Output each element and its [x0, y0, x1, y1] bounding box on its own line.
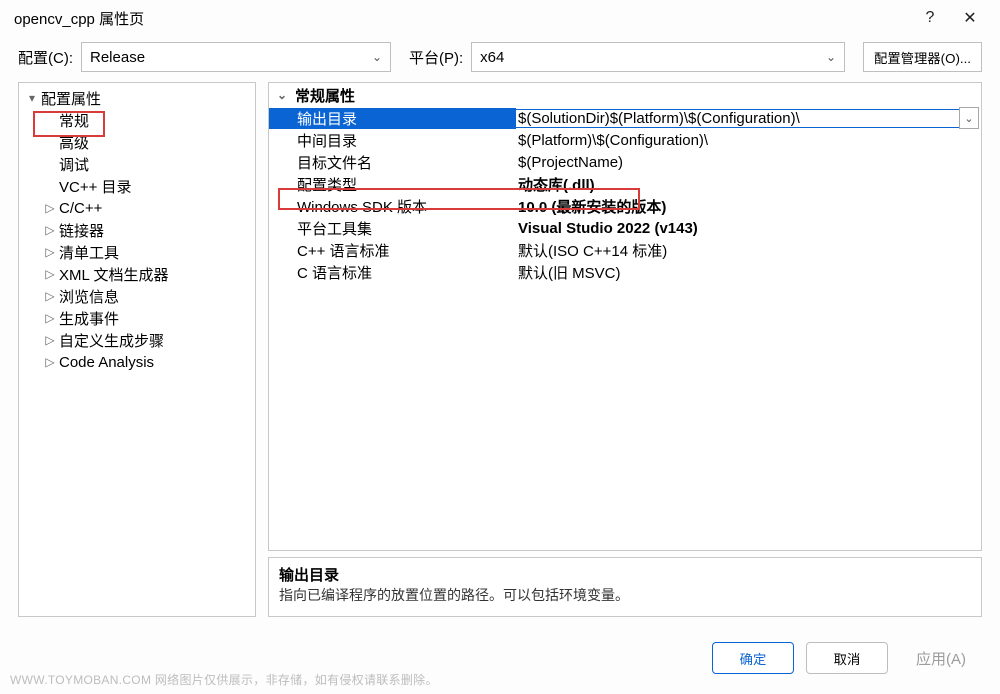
caret-right-icon: ▷: [43, 289, 57, 303]
tree-item-label: 调试: [57, 154, 89, 175]
dropdown-button[interactable]: ⌄: [959, 107, 979, 129]
config-value: Release: [90, 49, 145, 66]
prop-name: Windows SDK 版本: [269, 196, 516, 217]
chevron-down-icon: ⌄: [372, 50, 382, 64]
right-panel: ⌄ 常规属性 输出目录 $(SolutionDir)$(Platform)\$(…: [268, 82, 982, 617]
caret-right-icon: ▷: [43, 201, 57, 215]
prop-value[interactable]: 默认(ISO C++14 标准): [516, 240, 981, 261]
watermark-text: WWW.TOYMOBAN.COM 网络图片仅供展示，非存储，如有侵权请联系删除。: [10, 671, 438, 688]
grid-row[interactable]: 目标文件名 $(ProjectName): [269, 151, 981, 173]
chevron-down-icon: ⌄: [826, 50, 836, 64]
tree-root-label: 配置属性: [39, 88, 101, 109]
description-panel: 输出目录 指向已编译程序的放置位置的路径。可以包括环境变量。: [268, 557, 982, 617]
caret-right-icon: ▷: [43, 267, 57, 281]
grid-row[interactable]: 配置类型 动态库(.dll): [269, 173, 981, 195]
help-button[interactable]: ?: [910, 9, 950, 27]
tree-item-label: 浏览信息: [57, 286, 119, 307]
platform-value: x64: [480, 49, 504, 66]
grid-row[interactable]: 中间目录 $(Platform)\$(Configuration)\: [269, 129, 981, 151]
tree-item-label: Code Analysis: [57, 354, 154, 371]
grid-row[interactable]: Windows SDK 版本 10.0 (最新安装的版本): [269, 195, 981, 217]
tree-item-label: XML 文档生成器: [57, 264, 168, 285]
tree-item-label: 链接器: [57, 220, 104, 241]
category-tree[interactable]: ▾ 配置属性 常规 高级 调试 VC++ 目录 ▷ C/C++ ▷ 链接器: [18, 82, 256, 617]
prop-name: 中间目录: [269, 130, 516, 151]
tree-item-label: 常规: [57, 110, 89, 131]
tree-item-label: 清单工具: [57, 242, 119, 263]
top-row: 配置(C): Release ⌄ 平台(P): x64 ⌄ 配置管理器(O)..…: [0, 36, 1000, 82]
tree-item-advanced[interactable]: 高级: [19, 131, 255, 153]
caret-right-icon: ▷: [43, 223, 57, 237]
tree-item-custombuildstep[interactable]: ▷ 自定义生成步骤: [19, 329, 255, 351]
config-manager-button[interactable]: 配置管理器(O)...: [863, 42, 982, 72]
platform-combobox[interactable]: x64 ⌄: [471, 42, 845, 72]
prop-name: 目标文件名: [269, 152, 516, 173]
cancel-button[interactable]: 取消: [806, 642, 888, 674]
grid-header-label: 常规属性: [295, 85, 355, 106]
prop-name: 配置类型: [269, 174, 516, 195]
prop-name: C++ 语言标准: [269, 240, 516, 261]
title-bar: opencv_cpp 属性页 ? ✕: [0, 0, 1000, 36]
prop-value[interactable]: $(Platform)\$(Configuration)\: [516, 132, 981, 149]
tree-item-label: 自定义生成步骤: [57, 330, 164, 351]
grid-header[interactable]: ⌄ 常规属性: [269, 83, 981, 107]
grid-row[interactable]: C 语言标准 默认(旧 MSVC): [269, 261, 981, 283]
config-combobox[interactable]: Release ⌄: [81, 42, 391, 72]
tree-item-label: C/C++: [57, 200, 102, 217]
prop-name: C 语言标准: [269, 262, 516, 283]
caret-right-icon: ▷: [43, 333, 57, 347]
prop-value[interactable]: Visual Studio 2022 (v143): [516, 220, 981, 237]
grid-row[interactable]: 平台工具集 Visual Studio 2022 (v143): [269, 217, 981, 239]
tree-item-codeanalysis[interactable]: ▷ Code Analysis: [19, 351, 255, 373]
caret-right-icon: ▷: [43, 355, 57, 369]
config-label: 配置(C):: [18, 47, 73, 68]
tree-item-general[interactable]: 常规: [19, 109, 255, 131]
dialog-footer: 确定 取消 应用(A): [712, 642, 982, 674]
prop-name: 输出目录: [269, 108, 516, 129]
tree-item-label: 高级: [57, 132, 89, 153]
description-text: 指向已编译程序的放置位置的路径。可以包括环境变量。: [279, 585, 971, 605]
prop-value[interactable]: $(SolutionDir)$(Platform)\$(Configuratio…: [516, 109, 959, 128]
apply-button[interactable]: 应用(A): [900, 642, 982, 674]
prop-name: 平台工具集: [269, 218, 516, 239]
close-button[interactable]: ✕: [950, 8, 990, 28]
property-grid: ⌄ 常规属性 输出目录 $(SolutionDir)$(Platform)\$(…: [268, 82, 982, 551]
caret-right-icon: ▷: [43, 245, 57, 259]
caret-right-icon: ▷: [43, 311, 57, 325]
tree-item-label: 生成事件: [57, 308, 119, 329]
chevron-down-icon: ⌄: [277, 88, 295, 102]
tree-item-linker[interactable]: ▷ 链接器: [19, 219, 255, 241]
description-title: 输出目录: [279, 564, 971, 585]
window-title: opencv_cpp 属性页: [10, 8, 910, 29]
tree-item-browseinfo[interactable]: ▷ 浏览信息: [19, 285, 255, 307]
prop-value[interactable]: 动态库(.dll): [516, 174, 981, 195]
grid-row[interactable]: 输出目录 $(SolutionDir)$(Platform)\$(Configu…: [269, 107, 981, 129]
ok-button[interactable]: 确定: [712, 642, 794, 674]
tree-item-vcdirs[interactable]: VC++ 目录: [19, 175, 255, 197]
tree-item-xml[interactable]: ▷ XML 文档生成器: [19, 263, 255, 285]
prop-value[interactable]: 默认(旧 MSVC): [516, 262, 981, 283]
panels: ▾ 配置属性 常规 高级 调试 VC++ 目录 ▷ C/C++ ▷ 链接器: [0, 82, 1000, 617]
tree-item-ccpp[interactable]: ▷ C/C++: [19, 197, 255, 219]
caret-down-icon: ▾: [25, 91, 39, 105]
prop-value[interactable]: $(ProjectName): [516, 154, 981, 171]
tree-item-debug[interactable]: 调试: [19, 153, 255, 175]
platform-label: 平台(P):: [409, 47, 463, 68]
tree-item-buildevents[interactable]: ▷ 生成事件: [19, 307, 255, 329]
chevron-down-icon: ⌄: [964, 112, 973, 125]
tree-root[interactable]: ▾ 配置属性: [19, 87, 255, 109]
grid-row[interactable]: C++ 语言标准 默认(ISO C++14 标准): [269, 239, 981, 261]
tree-item-label: VC++ 目录: [57, 176, 132, 197]
tree-item-manifest[interactable]: ▷ 清单工具: [19, 241, 255, 263]
prop-value[interactable]: 10.0 (最新安装的版本): [516, 196, 981, 217]
